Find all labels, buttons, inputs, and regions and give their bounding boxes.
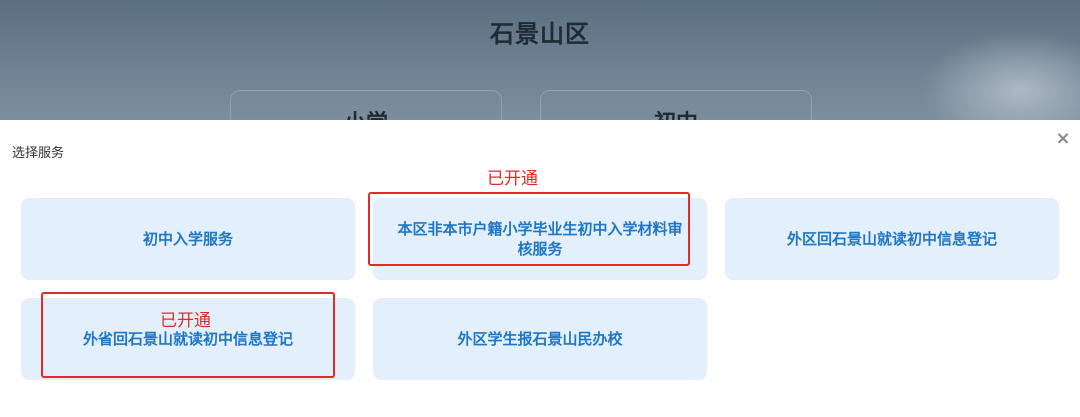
modal-title: 选择服务	[12, 146, 65, 161]
close-icon[interactable]: ×	[1054, 130, 1072, 148]
service-select-modal: 选择服务 × 初中入学服务 本区非本市户籍小学毕业生初中入学材料审核服务 外区回…	[0, 120, 1080, 417]
service-button-other-district-registration[interactable]: 外区回石景山就读初中信息登记	[725, 198, 1059, 280]
service-button-private-school[interactable]: 外区学生报石景山民办校	[373, 298, 707, 380]
primary-school-card: 小学	[230, 90, 502, 120]
highlight-box	[41, 292, 335, 378]
background-header: 石景山区 小学 初中	[0, 0, 1080, 120]
district-title: 石景山区	[490, 20, 590, 48]
service-button-junior-admission[interactable]: 初中入学服务	[21, 198, 355, 280]
service-label: 初中入学服务	[142, 230, 233, 248]
service-label: 外区学生报石景山民办校	[457, 330, 623, 348]
opened-annotation: 已开通	[487, 169, 538, 189]
opened-annotation: 已开通	[160, 311, 211, 331]
service-label: 外区回石景山就读初中信息登记	[786, 230, 997, 248]
middle-school-card: 初中	[540, 90, 812, 120]
highlight-box	[368, 192, 690, 266]
